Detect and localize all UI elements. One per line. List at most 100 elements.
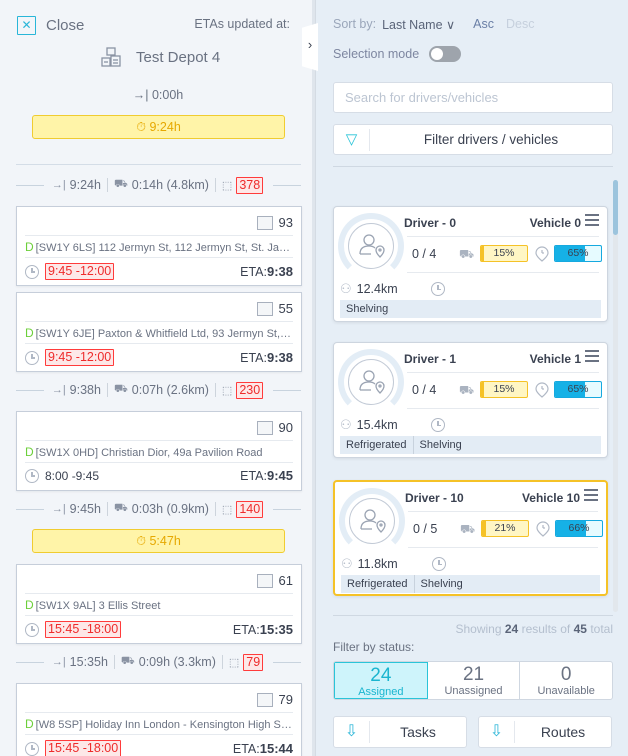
- clock-icon: [25, 622, 39, 637]
- time-window: 9:45 -12:00: [45, 349, 115, 366]
- time-bar: 65%: [554, 381, 602, 398]
- delivery-type: D: [25, 326, 34, 340]
- clock-icon: [25, 264, 39, 279]
- wait-time-pill: ⏱ 5:47h: [32, 529, 285, 553]
- size-icon: [256, 692, 273, 707]
- stop-card[interactable]: 61 D [SW1X 9AL] 3 Ellis Street 15:45 -18:…: [16, 564, 302, 644]
- status-assigned[interactable]: 24 Assigned: [334, 662, 428, 699]
- status-unavailable[interactable]: 0 Unavailable: [520, 662, 612, 699]
- vehicle-tags: Shelving: [340, 300, 601, 318]
- clock-icon: [431, 282, 445, 296]
- close-label: Close: [46, 17, 85, 34]
- vehicle-tag: Shelving: [346, 303, 389, 315]
- selection-mode-toggle[interactable]: [429, 46, 462, 62]
- size-icon: [256, 420, 273, 435]
- task-count: 0 / 4: [412, 383, 437, 397]
- search-input[interactable]: [333, 82, 613, 113]
- driver-card[interactable]: Driver - 0 Vehicle 0 0 / 4 ⛟ 15% 65% ⚇ 12…: [333, 206, 608, 322]
- stop-card[interactable]: 79 D [W8 5SP] Holiday Inn London - Kensin…: [16, 683, 302, 756]
- size-icon: [256, 215, 273, 230]
- sort-desc-button[interactable]: Desc: [506, 17, 534, 32]
- route-distance: ⚇ 15.4km: [340, 417, 398, 432]
- capacity-bar: 15%: [480, 381, 528, 398]
- vehicle-name: Vehicle 0: [529, 216, 581, 230]
- stop-address: [SW1Y 6LS] 112 Jermyn St, 112 Jermyn St,…: [35, 242, 293, 254]
- stop-card[interactable]: 55 D [SW1Y 6JE] Paxton & Whitfield Ltd, 9…: [16, 292, 302, 372]
- cloud-download-icon: ⇩: [479, 721, 515, 743]
- divider: [333, 615, 613, 616]
- time-pin-icon: [535, 382, 549, 398]
- time-pin-icon: [536, 521, 550, 537]
- download-routes-button[interactable]: ⇩ Routes: [478, 716, 612, 748]
- delivery-type: D: [25, 240, 34, 254]
- cloud-download-icon: ⇩: [334, 721, 370, 743]
- clock-icon: [25, 468, 39, 483]
- filter-drivers-button[interactable]: ▽ Filter drivers / vehicles: [333, 124, 613, 155]
- depot-start-time: →| 0:00h: [132, 88, 184, 102]
- arrive-icon: →|: [51, 656, 66, 668]
- wait-time-pill: ⏱ 9:24h: [32, 115, 285, 139]
- remaining-capacity: 230: [236, 381, 264, 399]
- filter-icon: ▽: [334, 128, 370, 151]
- driver-location-icon: [359, 234, 385, 258]
- route-icon: ⚇: [341, 556, 353, 571]
- list-scrollbar-track[interactable]: [613, 180, 618, 612]
- download-tasks-button[interactable]: ⇩ Tasks: [333, 716, 467, 748]
- collapse-panel-button[interactable]: ›: [302, 23, 318, 71]
- task-count: 0 / 5: [413, 522, 438, 536]
- drivers-panel: Sort by: Last Name ∨ Asc Desc Selection …: [318, 0, 628, 756]
- vehicle-tags: Refrigerated Shelving: [341, 575, 600, 593]
- capacity-truck-icon: ⛟: [460, 522, 476, 536]
- panel-scrollbar[interactable]: [312, 0, 315, 756]
- driver-card[interactable]: Driver - 10 Vehicle 10 0 / 5 ⛟ 21% 66% ⚇…: [333, 480, 608, 596]
- status-unassigned[interactable]: 21 Unassigned: [428, 662, 521, 699]
- remaining-capacity: 378: [236, 176, 264, 194]
- driver-card[interactable]: Driver - 1 Vehicle 1 0 / 4 ⛟ 15% 65% ⚇ 15…: [333, 342, 608, 458]
- sort-dropdown[interactable]: Last Name ∨: [382, 17, 455, 32]
- stop-address: [W8 5SP] Holiday Inn London - Kensington…: [35, 719, 293, 731]
- vehicle-tag: Refrigerated: [341, 575, 415, 593]
- time-window: 9:45 -12:00: [45, 263, 115, 280]
- time-window: 15:45 -18:00: [45, 621, 122, 638]
- route-leg: →| 9:38h ⛟ 0:07h (2.6km) ⬚ 230: [16, 381, 301, 399]
- remaining-capacity: 79: [243, 653, 264, 671]
- card-menu-icon[interactable]: [585, 214, 599, 226]
- eta: ETA:15:35: [232, 622, 293, 637]
- stop-size: 93: [278, 215, 293, 230]
- capacity-truck-icon: ⛟: [459, 383, 475, 397]
- time-bar: 66%: [555, 520, 603, 537]
- status-filter: 24 Assigned 21 Unassigned 0 Unavailable: [333, 661, 613, 700]
- vehicle-tag: Shelving: [420, 578, 463, 590]
- eta: ETA:9:38: [240, 350, 293, 365]
- stop-card[interactable]: 93 D [SW1Y 6LS] 112 Jermyn St, 112 Jermyn…: [16, 206, 302, 286]
- stop-address: [SW1Y 6JE] Paxton & Whitfield Ltd, 93 Je…: [35, 328, 293, 340]
- close-button[interactable]: ✕ Close: [17, 16, 84, 35]
- vehicle-name: Vehicle 10: [521, 491, 580, 505]
- capacity-truck-icon: ⛟: [459, 247, 475, 261]
- driver-name: Driver - 0: [404, 216, 457, 230]
- clock-icon: [432, 557, 446, 571]
- driver-name: Driver - 10: [405, 491, 464, 505]
- stopwatch-icon: ⏱: [136, 120, 146, 134]
- sort-asc-button[interactable]: Asc: [473, 17, 494, 32]
- delivery-type: D: [25, 717, 34, 731]
- results-count: Showing 24 results of 45 total: [455, 622, 614, 636]
- vehicle-tag: Shelving: [419, 439, 462, 451]
- list-scrollbar-thumb[interactable]: [613, 180, 618, 235]
- capacity-icon: ⬚: [221, 503, 233, 516]
- divider: [16, 164, 301, 165]
- chevron-down-icon: ∨: [446, 18, 456, 32]
- card-menu-icon[interactable]: [584, 489, 598, 501]
- filter-label: Filter drivers / vehicles: [423, 132, 559, 147]
- stop-address: [SW1X 9AL] 3 Ellis Street: [35, 600, 161, 612]
- stop-card[interactable]: 90 D [SW1X 0HD] Christian Dior, 49a Pavil…: [16, 411, 302, 491]
- route-icon: ⚇: [340, 417, 352, 432]
- time-pin-icon: [535, 246, 549, 262]
- route-leg: →| 9:45h ⛟ 0:03h (0.9km) ⬚ 140: [16, 500, 301, 518]
- clock-icon: [25, 741, 39, 756]
- arrive-icon: →|: [51, 179, 66, 191]
- card-menu-icon[interactable]: [585, 350, 599, 362]
- depot: Test Depot 4: [100, 46, 220, 68]
- clock-icon: [25, 350, 39, 365]
- route-leg: →| 9:24h ⛟ 0:14h (4.8km) ⬚ 378: [16, 176, 301, 194]
